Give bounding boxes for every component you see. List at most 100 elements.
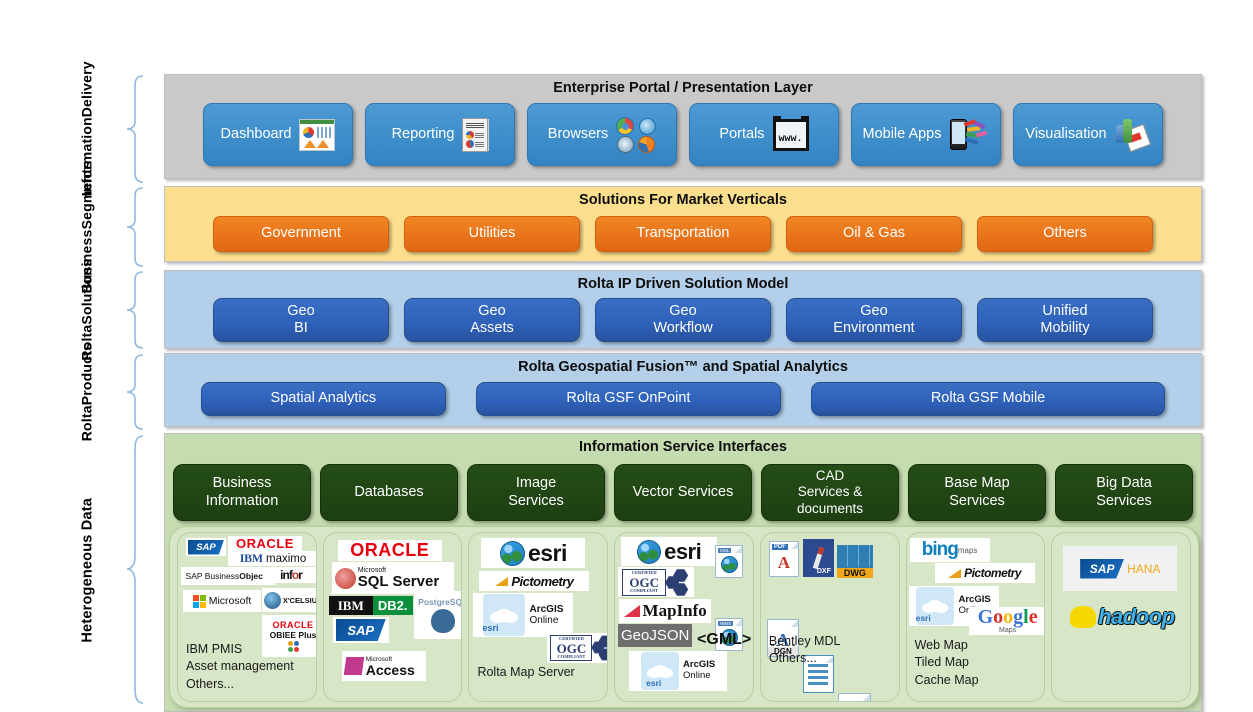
www-window-icon: www. [772, 115, 809, 151]
business-information-panel[interactable]: SAP ORACLE IBM maximo SAP BusinessObject… [177, 532, 317, 702]
tile-label-line1: Unified [1042, 302, 1088, 319]
db2-logo: DB2. [372, 596, 413, 615]
tile-label-line2: Workflow [653, 320, 713, 336]
tile-label-line2: Services [949, 492, 1005, 509]
tile-label: Mobile Apps [862, 125, 942, 142]
layer-presentation-title: Enterprise Portal / Presentation Layer [553, 80, 813, 96]
visualisation-chart-icon [1115, 118, 1151, 152]
layer-information-service-interfaces: Information Service Interfaces Business … [164, 433, 1202, 712]
tile-government[interactable]: Government [213, 216, 389, 252]
hadoop-logo: hadoop [1056, 601, 1188, 633]
tile-label: Portals [719, 125, 765, 142]
dwg-document-icon: DWG [836, 545, 873, 578]
tile-base-map-services[interactable]: Base Map Services [908, 464, 1046, 521]
esri-globe-icon [637, 539, 662, 564]
tile-business-information[interactable]: Business Information [173, 464, 311, 521]
layer-rolta-solutions: Rolta IP Driven Solution Model Geo BI Ge… [164, 270, 1202, 349]
pdf-document-icon: PDF A [768, 541, 799, 577]
excel-document-icon: X [837, 693, 871, 701]
tile-rolta-gsf-mobile[interactable]: Rolta GSF Mobile [811, 382, 1165, 416]
tile-label-line2: Environment [833, 320, 915, 336]
layer-presentation: Enterprise Portal / Presentation Layer D… [164, 74, 1202, 179]
base-map-services-panel[interactable]: bingmaps Pictometry ArcGISOnline esri [905, 532, 1046, 702]
ibm-maximo-logo: IBM maximo [228, 551, 316, 566]
tile-geo-environment[interactable]: Geo Environment [786, 298, 962, 342]
esri-logo: esri [481, 538, 586, 568]
tile-geo-assets[interactable]: Geo Assets [404, 298, 580, 342]
tile-unified-mobility[interactable]: Unified Mobility [977, 298, 1153, 342]
tile-visualisation[interactable]: Visualisation [1013, 103, 1163, 166]
arcgis-online-logo: ArcGISOnline esri [629, 651, 728, 691]
layer-products-title: Rolta Geospatial Fusion™ and Spatial Ana… [518, 359, 848, 375]
gml-logo: <GML> [697, 631, 752, 648]
cad-services-panel[interactable]: PDF A DXF DWG A DGN Bentley MDL Others..… [759, 532, 900, 702]
tile-oil-and-gas[interactable]: Oil & Gas [786, 216, 962, 252]
postgresql-logo: PostgreSQL [413, 591, 462, 639]
sap-hana-logo: SAP HANA [1063, 546, 1178, 591]
note-line: Asset management [186, 659, 294, 674]
web-browsers-icon [616, 116, 657, 153]
mobile-apps-icon [949, 118, 990, 152]
tile-big-data-services[interactable]: Big Data Services [1055, 464, 1193, 521]
oracle-logo: ORACLE [337, 540, 442, 561]
side-label-rolta-products: Rolta Products [0, 343, 145, 441]
tile-label-line1: Databases [354, 483, 424, 500]
tile-cad-services[interactable]: CAD Services & documents [761, 464, 899, 521]
layer-solutions-title: Rolta IP Driven Solution Model [577, 276, 789, 292]
big-data-services-panel[interactable]: SAP HANA hadoop [1051, 532, 1192, 702]
pictometry-flag-icon [948, 568, 962, 578]
tile-label-line2: Mobility [1040, 320, 1090, 336]
tile-geo-workflow[interactable]: Geo Workflow [595, 298, 771, 342]
tile-portals[interactable]: Portals www. [689, 103, 839, 166]
mapinfo-logo: MapInfo [619, 599, 712, 623]
arcgis-cloud-icon [495, 608, 514, 622]
tile-browsers[interactable]: Browsers [527, 103, 677, 166]
tile-label-line2: Assets [470, 320, 514, 336]
tile-label-line2: Services [1096, 492, 1152, 509]
tile-label: Spatial Analytics [270, 390, 377, 407]
arcgis-cloud-icon [652, 665, 669, 677]
side-label-line: Heterogeneous Data [79, 498, 96, 643]
tile-label-line1: Geo [478, 302, 506, 319]
tile-transportation[interactable]: Transportation [595, 216, 771, 252]
tile-reporting[interactable]: Reporting [365, 103, 515, 166]
layer-interfaces-title: Information Service Interfaces [579, 439, 787, 455]
tile-label-line1: Vector Services [632, 483, 734, 500]
tile-utilities[interactable]: Utilities [404, 216, 580, 252]
heterogeneous-data-container: SAP ORACLE IBM maximo SAP BusinessObject… [169, 526, 1199, 708]
tile-label-line1: Image [515, 475, 557, 492]
tile-label-line2: Services & [797, 484, 863, 500]
tile-others[interactable]: Others [977, 216, 1153, 252]
tile-label: Others [1043, 225, 1087, 242]
tile-geo-bi[interactable]: Geo BI [213, 298, 389, 342]
geojson-logo: GeoJSON [618, 624, 693, 647]
ogc-compliant-logo: CERTIFIED OGC COMPLIANT [618, 567, 695, 597]
tile-vector-services[interactable]: Vector Services [614, 464, 752, 521]
tile-label: Transportation [636, 225, 730, 242]
layer-market-verticals: Solutions For Market Verticals Governmen… [164, 186, 1202, 262]
microsoft-logo: Microsoft [183, 590, 261, 612]
tile-label: Rolta GSF OnPoint [566, 390, 691, 407]
xcelsius-logo: X'CELSIUS [262, 588, 316, 612]
vector-services-panel[interactable]: esri KML CERTIFIED OGC COMPLIANT WMS Map… [614, 532, 754, 702]
tile-databases[interactable]: Databases [320, 464, 458, 521]
business-information-notes: IBM PMIS Asset management Others... [186, 641, 294, 693]
tile-mobile-apps[interactable]: Mobile Apps [851, 103, 1001, 166]
tile-label-line1: CAD [815, 468, 845, 484]
tile-label-line2: Information [205, 492, 279, 509]
tile-dashboard[interactable]: Dashboard [203, 103, 353, 166]
note-line: Others... [186, 676, 234, 691]
side-label-rolta-solutions: Rolta Solutions [0, 259, 145, 361]
image-services-panel[interactable]: esri Pictometry ArcGIS Online esri CERTI… [468, 532, 609, 702]
note-line: Bentley MDL [768, 634, 841, 648]
tile-label-line2: Services [508, 492, 564, 509]
brace-icon [126, 187, 144, 267]
tile-rolta-gsf-onpoint[interactable]: Rolta GSF OnPoint [475, 382, 782, 416]
tile-image-services[interactable]: Image Services [467, 464, 605, 521]
databases-panel[interactable]: ORACLE Microsoft SQL Server IBM DB2. Pos… [322, 532, 463, 702]
tile-spatial-analytics[interactable]: Spatial Analytics [201, 382, 446, 416]
ogc-hexagons-icon [665, 569, 690, 596]
tile-label: Utilities [468, 225, 516, 242]
ibm-db2-logo: IBM [328, 596, 373, 615]
esri-logo: esri [621, 537, 718, 566]
